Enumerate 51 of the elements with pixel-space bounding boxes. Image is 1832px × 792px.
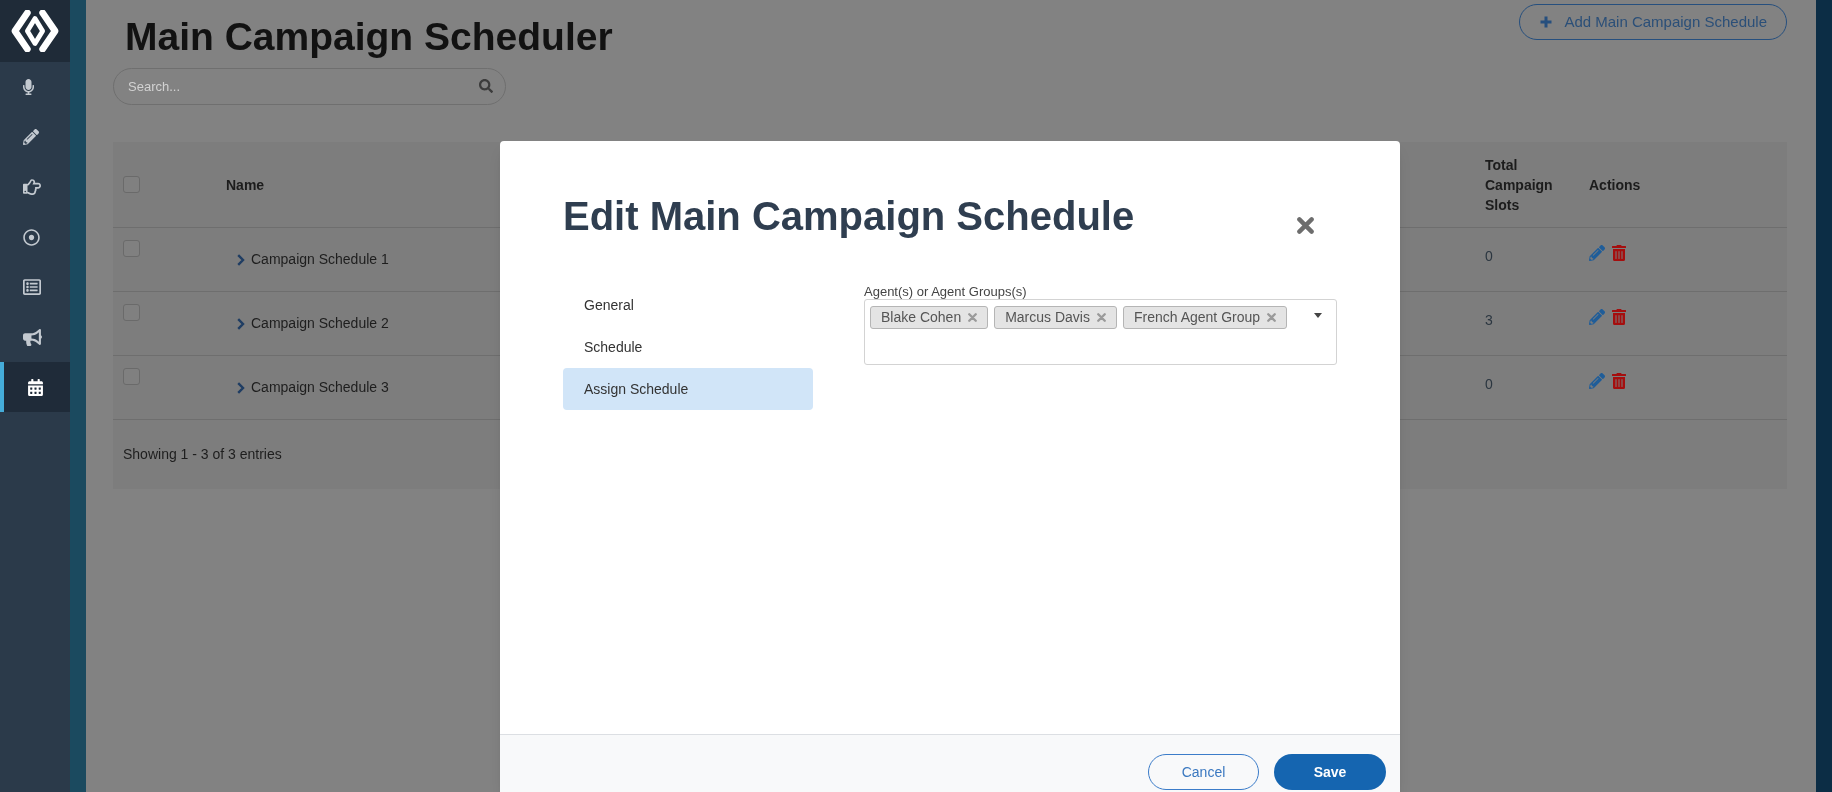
agent-tag[interactable]: Blake Cohen [870,306,989,329]
search-icon[interactable] [479,79,493,93]
table-cell: 0 [1485,376,1493,392]
remove-icon[interactable] [1267,313,1277,322]
tag-label: French Agent Group [1133,308,1261,327]
app-logo[interactable] [0,0,70,62]
remove-icon[interactable] [1096,313,1106,322]
microphone-icon [23,79,34,95]
agent-tag[interactable]: Marcus Davis [994,306,1117,329]
cancel-button[interactable]: Cancel [1148,754,1259,790]
table-cell-text: Campaign Schedule 2 [251,314,389,333]
tag-label: Blake Cohen [881,308,962,327]
chevron-right-icon[interactable] [237,253,245,266]
caret-down-icon[interactable] [1314,313,1322,318]
table-cell-text: Campaign Schedule 1 [251,250,389,269]
calendar-icon [28,378,43,396]
search-field[interactable]: Search... [113,68,506,105]
modal-title: Edit Main Campaign Schedule [563,193,1135,240]
sidebar-item[interactable] [0,362,70,412]
chevron-right-icon[interactable] [237,381,245,394]
column-header: Name [226,176,265,193]
save-button[interactable]: Save [1274,754,1386,790]
megaphone-icon [23,328,42,346]
field-label: Agent(s) or Agent Groups(s) [864,284,1028,299]
entries-summary: Showing 1 - 3 of 3 entries [123,445,282,464]
list-icon [23,278,41,296]
chevron-right-icon[interactable] [237,317,245,330]
trash-icon[interactable] [1612,245,1626,261]
pencil-icon[interactable] [1589,373,1605,389]
column-header: Total Campaign Slots [1485,155,1554,215]
pencil-icon[interactable] [1589,245,1605,261]
agent-tag[interactable]: French Agent Group [1122,306,1288,329]
table-cell-text: Campaign Schedule 3 [251,378,389,397]
column-header: Actions [1589,176,1641,193]
modal-nav-item[interactable]: Schedule [563,326,813,368]
plus-icon [1539,15,1554,29]
trash-icon[interactable] [1612,373,1626,389]
pencil-icon [23,129,39,145]
remove-icon[interactable] [968,313,978,322]
pointing-hand-icon [23,178,41,196]
close-icon[interactable] [1297,217,1314,234]
target-icon [23,228,40,246]
pencil-icon[interactable] [1589,309,1605,325]
tag-label: Marcus Davis [1005,308,1090,327]
modal-nav-item[interactable]: General [563,284,813,326]
table-cell: 3 [1485,312,1493,328]
agents-multiselect[interactable]: Blake Cohen Marcus Davis French Agent Group [864,299,1337,365]
table-cell: 0 [1485,248,1493,264]
page-title: Main Campaign Scheduler [125,14,613,60]
modal-nav-item[interactable]: Assign Schedule [563,368,813,410]
trash-icon[interactable] [1612,309,1626,325]
